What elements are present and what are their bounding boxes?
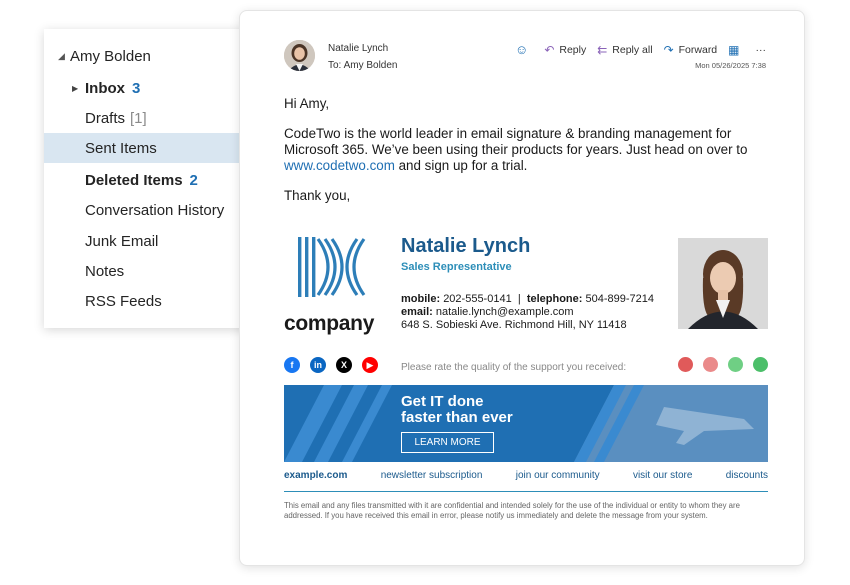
company-wordmark: company: [284, 312, 375, 335]
folder-inbox[interactable]: ▶ Inbox 3: [44, 73, 258, 103]
social-links: f in X ▶: [284, 357, 388, 373]
forward-button[interactable]: ↷ Forward: [664, 43, 718, 57]
very-unhappy-face-icon[interactable]: [678, 357, 693, 372]
emoji-reaction-icon[interactable]: ☺: [515, 42, 528, 57]
more-options-button[interactable]: ···: [756, 44, 767, 56]
folder-label: Notes: [85, 262, 125, 280]
telephone-number[interactable]: 504-899-7214: [586, 293, 655, 305]
folder-label: Drafts: [85, 109, 126, 127]
sender-avatar[interactable]: [284, 40, 315, 71]
reply-icon: ↶: [544, 42, 555, 57]
folder-junk-email[interactable]: Junk Email: [44, 226, 258, 256]
body-paragraph: CodeTwo is the world leader in email sig…: [284, 126, 754, 174]
discounts-link[interactable]: discounts: [726, 470, 768, 481]
message-body: Hi Amy, CodeTwo is the world leader in e…: [284, 96, 754, 218]
mobile-label: mobile:: [401, 293, 441, 305]
apps-grid-icon: ▦: [728, 42, 740, 57]
email-line: email: natalie.lynch@example.com: [401, 306, 654, 319]
signature-role: Sales Representative: [401, 261, 512, 273]
unhappy-face-icon[interactable]: [703, 357, 718, 372]
facebook-icon[interactable]: f: [284, 357, 300, 373]
unread-count: 2: [189, 171, 198, 189]
recipient-line: To: Amy Bolden: [328, 60, 398, 71]
account-name: Amy Bolden: [70, 48, 151, 65]
very-happy-face-icon[interactable]: [753, 357, 768, 372]
phone-line: mobile: 202-555-0141 | telephone: 504-89…: [401, 293, 654, 306]
folder-label: Junk Email: [85, 232, 159, 250]
banner-graphic: [284, 385, 768, 462]
codetwo-link[interactable]: www.codetwo.com: [284, 158, 395, 173]
email-label: email:: [401, 306, 433, 318]
community-link[interactable]: join our community: [516, 470, 600, 481]
collapse-triangle-icon[interactable]: ◢: [58, 51, 70, 62]
reply-label: Reply: [559, 43, 587, 56]
greeting: Hi Amy,: [284, 96, 330, 111]
unread-count: 3: [132, 79, 141, 97]
folder-notes[interactable]: Notes: [44, 256, 258, 286]
folder-deleted-items[interactable]: Deleted Items 2: [44, 165, 258, 195]
ellipsis-icon: ···: [755, 43, 767, 56]
rating-options: [678, 357, 778, 372]
promo-banner[interactable]: Get IT done faster than ever LEARN MORE: [284, 385, 768, 462]
reply-all-label: Reply all: [612, 43, 653, 56]
rating-prompt: Please rate the quality of the support y…: [401, 362, 627, 373]
signature-photo: [678, 238, 768, 329]
folder-pane: ◢ Amy Bolden ▶ Inbox 3 Drafts [1] Sent I…: [44, 29, 258, 328]
reading-pane: Natalie Lynch To: Amy Bolden ☺ ↶ Reply ⇇…: [239, 10, 805, 566]
draft-count: [1]: [130, 109, 147, 127]
apps-button[interactable]: ▦: [728, 43, 744, 57]
closing: Thank you,: [284, 188, 351, 203]
folder-label: Conversation History: [85, 201, 225, 219]
expand-caret-icon[interactable]: ▶: [72, 84, 78, 93]
folder-drafts[interactable]: Drafts [1]: [44, 103, 258, 133]
separator: |: [517, 293, 521, 305]
signature-links: example.com newsletter subscription join…: [284, 470, 768, 481]
folder-label: Deleted Items: [85, 171, 183, 189]
happy-face-icon[interactable]: [728, 357, 743, 372]
reply-all-button[interactable]: ⇇ Reply all: [597, 43, 652, 57]
signature-name: Natalie Lynch: [401, 235, 531, 257]
paragraph-text: CodeTwo is the world leader in email sig…: [284, 126, 748, 157]
account-header[interactable]: ◢ Amy Bolden: [58, 48, 151, 65]
postal-address: 648 S. Sobieski Ave. Richmond Hill, NY 1…: [401, 319, 627, 331]
telephone-label: telephone:: [526, 293, 583, 305]
signature-contact: mobile: 202-555-0141 | telephone: 504-89…: [401, 293, 654, 332]
reply-button[interactable]: ↶ Reply: [544, 43, 586, 57]
folder-label: RSS Feeds: [85, 292, 162, 310]
mobile-number[interactable]: 202-555-0141: [443, 293, 512, 305]
forward-label: Forward: [678, 43, 718, 56]
website-link[interactable]: example.com: [284, 470, 347, 481]
learn-more-button[interactable]: LEARN MORE: [401, 432, 494, 453]
linkedin-icon[interactable]: in: [310, 357, 326, 373]
message-date: Mon 05/26/2025 7:38: [695, 61, 766, 70]
paragraph-end: and sign up for a trial.: [394, 158, 528, 173]
banner-line-2: faster than ever: [401, 409, 513, 426]
folder-label: Inbox: [85, 79, 125, 97]
forward-icon: ↷: [663, 42, 674, 57]
folder-rss-feeds[interactable]: RSS Feeds: [44, 286, 258, 316]
legal-disclaimer: This email and any files transmitted wit…: [284, 501, 740, 520]
email-address[interactable]: natalie.lynch@example.com: [436, 306, 574, 318]
youtube-icon[interactable]: ▶: [362, 357, 378, 373]
message-actions: ☺ ↶ Reply ⇇ Reply all ↷ Forward ▦ ···: [515, 42, 766, 57]
folder-conversation-history[interactable]: Conversation History: [44, 195, 258, 225]
folder-label: Sent Items: [85, 139, 157, 157]
signature-divider: [284, 491, 768, 492]
store-link[interactable]: visit our store: [633, 470, 692, 481]
x-icon[interactable]: X: [336, 357, 352, 373]
banner-title: Get IT done faster than ever: [401, 394, 513, 426]
newsletter-link[interactable]: newsletter subscription: [381, 470, 483, 481]
sender-name[interactable]: Natalie Lynch: [328, 43, 388, 54]
reply-all-icon: ⇇: [597, 42, 608, 57]
folder-sent-items[interactable]: Sent Items: [44, 133, 258, 163]
banner-line-1: Get IT done: [401, 393, 484, 410]
